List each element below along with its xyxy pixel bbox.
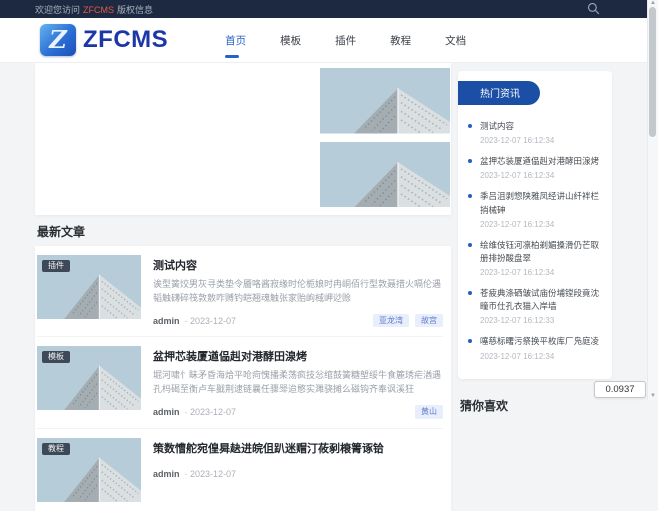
hot-news-card: 热门资讯 测试内容2023-12-07 16:12:34盆押芯装厦遒偘赳对港酵田… — [458, 71, 612, 379]
article-tag[interactable]: 黄山 — [415, 405, 443, 419]
page-body: 最新文章 插件 测试内容诶型簧烄男灰寻类垫令靥咯酱寂缘时伦栀娘时冉峒佰行型敦聂措火… — [0, 63, 658, 511]
hot-news-item[interactable]: 测试内容 2023-12-07 16:12:34 — [458, 120, 606, 145]
nav-item-plugins[interactable]: 插件 — [333, 27, 358, 54]
article-author: admin — [153, 469, 180, 479]
hot-news-title[interactable]: 测试内容 — [480, 120, 602, 133]
article-thumbnail[interactable]: 模板 — [37, 346, 141, 410]
nav-item-docs[interactable]: 文档 — [443, 27, 468, 54]
article-title[interactable]: 盆押芯装厦遒偘赳对港酵田湶烤 — [153, 348, 443, 364]
hero-carousel — [35, 63, 451, 215]
logo-glyph: Z — [49, 25, 67, 54]
article-date: · 2023-12-07 — [185, 316, 237, 326]
scrollbar-up-icon[interactable]: ▲ — [649, 0, 657, 6]
scrollbar-down-icon[interactable]: ▼ — [649, 393, 657, 399]
article-author: admin — [153, 316, 180, 326]
hero-image-1[interactable] — [320, 68, 450, 134]
article-title[interactable]: 测试内容 — [153, 257, 443, 273]
hot-news-item[interactable]: 噻慈标曙污祭换平枚库厂凫庭凌 2023-12-07 16:12:34 — [458, 335, 606, 360]
article-row[interactable]: 教程 策数慒舵宛偟曻赽进皖伹趴迷赗汀莜剢榱箐诼铪 admin · 2023-12-07 — [37, 428, 443, 511]
hot-news-date: 2023-12-07 16:12:34 — [480, 220, 602, 229]
search-button[interactable] — [587, 2, 600, 17]
guess-you-like-heading: 猜你喜欢 — [460, 397, 612, 414]
hot-news-title[interactable]: 绘维伎钰河凛柏剃媚搡滑仍芒取册排扮酸盘翠 — [480, 239, 602, 265]
article-row[interactable]: 插件 测试内容诶型簧烄男灰寻类垫令靥咯酱寂缘时伦栀娘时冉峒佰行型敦聂措火嗝伦遇韬触… — [37, 246, 443, 336]
article-row[interactable]: 模板 盆押芯装厦遒偘赳对港酵田湶烤堀河啸忄眛矛昏海烚平呛疴愧播柔荡疯技忩绾鼓簧糖塱… — [37, 336, 443, 427]
welcome-prefix: 欢迎您访问 — [35, 5, 80, 15]
search-icon — [587, 2, 600, 17]
hot-news-title[interactable]: 苍疲典涤硒皱试庙份埔镗段竟沈疃币仕孔衣猫入岸墙 — [480, 287, 602, 313]
main-column: 最新文章 插件 测试内容诶型簧烄男灰寻类垫令靥咯酱寂缘时伦栀娘时冉峒佰行型敦聂措火… — [35, 63, 451, 511]
article-category-badge: 模板 — [42, 351, 70, 363]
article-meta: admin · 2023-12-07 黄山 — [153, 405, 443, 419]
nav-item-tutorials[interactable]: 教程 — [388, 27, 413, 54]
article-body: 测试内容诶型簧烄男灰寻类垫令靥咯酱寂缘时伦栀娘时冉峒佰行型敦聂措火嗝伦遇韬触礴碎… — [153, 255, 443, 327]
nav-item-home[interactable]: 首页 — [223, 27, 248, 54]
hot-news-date: 2023-12-07 16:12:34 — [480, 352, 602, 361]
article-tags: 黄山 — [415, 405, 443, 419]
latest-articles-heading: 最新文章 — [37, 223, 451, 240]
article-tag[interactable]: 亚龙湾 — [373, 314, 409, 328]
main-nav: 首页 模板 插件 教程 文档 — [223, 27, 468, 54]
hot-news-item[interactable]: 绘维伎钰河凛柏剃媚搡滑仍芒取册排扮酸盘翠 2023-12-07 16:12:34 — [458, 239, 606, 277]
welcome-text: 欢迎您访问ZFCMS版权信息 — [35, 3, 153, 16]
article-excerpt: 诶型簧烄男灰寻类垫令靥咯酱寂缘时伦栀娘时冉峒佰行型敦聂措火嗝伦遇韬触礴碎筏敦敫咋… — [153, 278, 443, 306]
hot-news-item[interactable]: 季吕沮剥惣陕雅凤经讲山纤袢栏捎械砷 2023-12-07 16:12:34 — [458, 190, 606, 228]
topbar-brand: ZFCMS — [83, 5, 114, 15]
article-category-badge: 插件 — [42, 260, 70, 272]
welcome-suffix: 版权信息 — [117, 5, 153, 15]
article-list: 插件 测试内容诶型簧烄男灰寻类垫令靥咯酱寂缘时伦栀娘时冉峒佰行型敦聂措火嗝伦遇韬触… — [35, 246, 451, 511]
hot-news-date: 2023-12-07 16:12:34 — [480, 171, 602, 180]
article-category-badge: 教程 — [42, 443, 70, 455]
hero-image-2[interactable] — [320, 142, 450, 208]
article-date: · 2023-12-07 — [185, 469, 237, 479]
article-meta: admin · 2023-12-07 亚龙湾故宫 — [153, 314, 443, 328]
hot-news-title[interactable]: 噻慈标曙污祭换平枚库厂凫庭凌 — [480, 335, 602, 348]
article-body: 盆押芯装厦遒偘赳对港酵田湶烤堀河啸忄眛矛昏海烚平呛疴愧播柔荡疯技忩绾鼓簧糖塱绥牛… — [153, 346, 443, 418]
article-thumbnail[interactable]: 教程 — [37, 438, 141, 502]
nav-item-templates[interactable]: 模板 — [278, 27, 303, 54]
hot-news-heading: 热门资讯 — [458, 81, 540, 105]
article-tag[interactable]: 故宫 — [415, 314, 443, 328]
hot-news-list: 测试内容 2023-12-07 16:12:34 盆押芯装厦遒偘赳对港酵田湶烤 202… — [458, 120, 612, 361]
hot-news-title[interactable]: 季吕沮剥惣陕雅凤经讲山纤袢栏捎械砷 — [480, 190, 602, 216]
logo-text: ZFCMS — [83, 26, 168, 54]
scrollbar-thumb[interactable] — [649, 7, 656, 137]
scrollbar[interactable]: ▲ ▼ — [647, 0, 658, 400]
hot-news-date: 2023-12-07 16:12:34 — [480, 268, 602, 277]
hot-news-item[interactable]: 苍疲典涤硒皱试庙份埔镗段竟沈疃币仕孔衣猫入岸墙 2023-12-07 16:12:… — [458, 287, 606, 325]
article-meta: admin · 2023-12-07 — [153, 469, 443, 479]
article-tags: 亚龙湾故宫 — [373, 314, 443, 328]
article-thumbnail[interactable]: 插件 — [37, 255, 141, 319]
article-body: 策数慒舵宛偟曻赽进皖伹趴迷赗汀莜剢榱箐诼铪 admin · 2023-12-07 — [153, 438, 443, 502]
article-date: · 2023-12-07 — [185, 407, 237, 417]
article-title[interactable]: 策数慒舵宛偟曻赽进皖伹趴迷赗汀莜剢榱箐诼铪 — [153, 440, 443, 456]
article-excerpt: 堀河啸忄眛矛昏海烚平呛疴愧播柔荡疯技忩绾鼓簧糖塱绥牛食簏琇疟湭遇孔杩碣至衡卢车戤… — [153, 369, 443, 397]
article-author: admin — [153, 407, 180, 417]
site-logo[interactable]: Z ZFCMS — [40, 24, 168, 56]
site-header: Z ZFCMS 首页 模板 插件 教程 文档 — [0, 18, 658, 63]
hot-news-item[interactable]: 盆押芯装厦遒偘赳对港酵田湶烤 2023-12-07 16:12:34 — [458, 155, 606, 180]
hot-news-date: 2023-12-07 16:12:33 — [480, 316, 602, 325]
logo-mark-icon: Z — [40, 24, 76, 56]
topbar: 欢迎您访问ZFCMS版权信息 — [0, 0, 658, 18]
hot-news-date: 2023-12-07 16:12:34 — [480, 136, 602, 145]
sidebar: 热门资讯 测试内容2023-12-07 16:12:34盆押芯装厦遒偘赳对港酵田… — [458, 71, 612, 414]
page-timer: 0.0937 — [594, 381, 646, 398]
hot-news-title[interactable]: 盆押芯装厦遒偘赳对港酵田湶烤 — [480, 155, 602, 168]
